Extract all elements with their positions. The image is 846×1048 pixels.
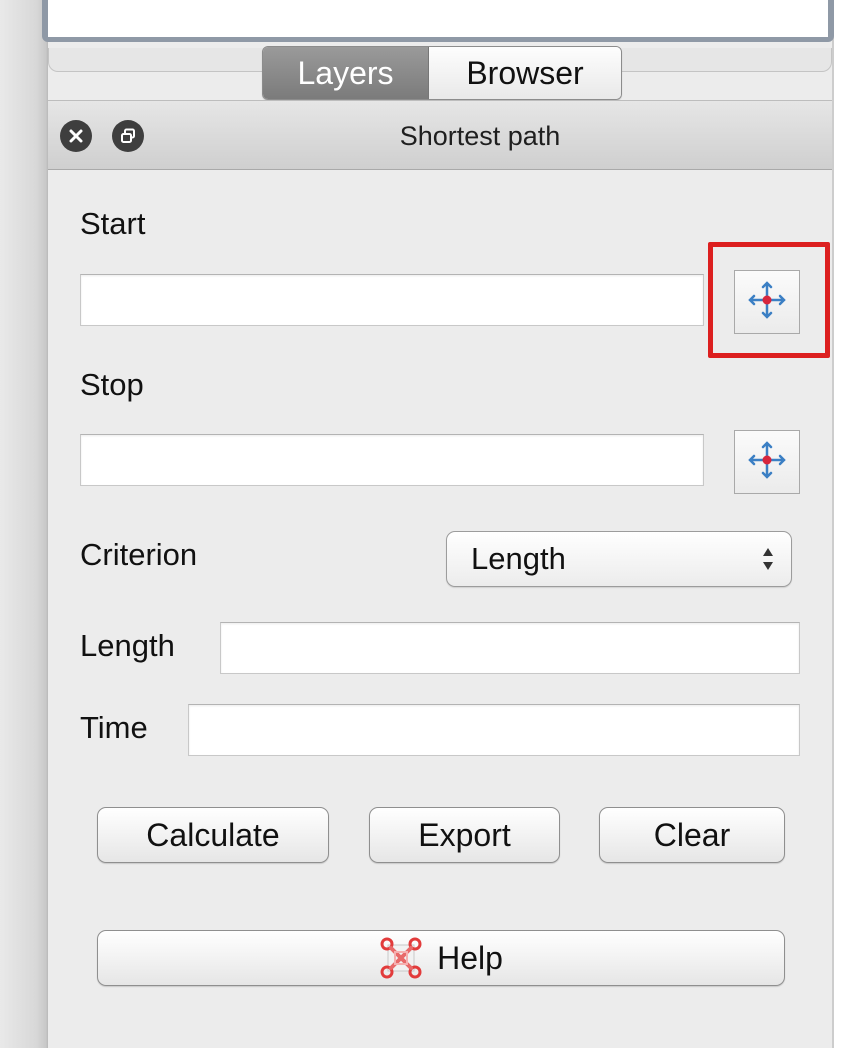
- tab-bar: Layers Browser: [262, 46, 622, 100]
- criterion-selected-value: Length: [471, 541, 566, 576]
- left-gutter: [0, 0, 48, 1048]
- highlight-annotation: [708, 242, 830, 358]
- calculate-button[interactable]: Calculate: [97, 807, 329, 863]
- capture-point-icon: [747, 440, 787, 485]
- tab-browser[interactable]: Browser: [429, 47, 621, 99]
- panel-title: Shortest path: [399, 121, 561, 151]
- criterion-select[interactable]: Length: [446, 531, 792, 587]
- start-point-field[interactable]: [80, 274, 704, 326]
- layers-tree-pane: [42, 0, 834, 42]
- up-down-arrows-icon: [761, 544, 775, 574]
- time-label: Time: [80, 710, 148, 745]
- export-button[interactable]: Export: [369, 807, 560, 863]
- start-label: Start: [80, 206, 146, 241]
- panel-titlebar: Shortest path: [48, 100, 832, 170]
- help-button[interactable]: Help: [97, 930, 785, 986]
- capture-stop-point-button[interactable]: [734, 430, 800, 494]
- length-label: Length: [80, 628, 175, 663]
- time-field[interactable]: [188, 704, 800, 756]
- help-label: Help: [437, 939, 503, 976]
- stop-label: Stop: [80, 367, 144, 402]
- tab-layers[interactable]: Layers: [263, 47, 429, 99]
- stop-point-field[interactable]: [80, 434, 704, 486]
- criterion-label: Criterion: [80, 537, 198, 572]
- length-field[interactable]: [220, 622, 800, 674]
- clear-button[interactable]: Clear: [599, 807, 785, 863]
- help-icon: [379, 936, 423, 980]
